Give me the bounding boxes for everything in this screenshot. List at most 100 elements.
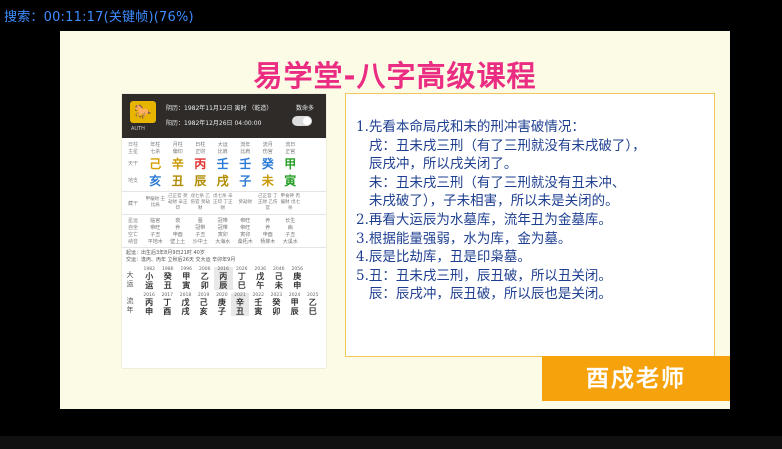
xing-yun-cell: 帝旺 — [240, 218, 251, 224]
analysis-line: 辰：辰戌冲，辰丑破，所以辰也是关闭。 — [356, 286, 612, 303]
lunar-date: 阴历：1982年11月12日 寅时 （乾造） — [166, 105, 273, 112]
kong-wang-cell: 寅卯 — [240, 232, 251, 238]
slide-title: 易学堂-八字高级课程 — [253, 59, 537, 93]
tian-gan-row: 天干己辛丙壬壬癸甲 — [122, 155, 326, 172]
tian-gan-cell: 丙 — [194, 157, 207, 171]
na-yin-cell: 壁上土 — [170, 239, 186, 245]
zi-zuo-row: 自坐 帝旺 养 冠带 冠带 帝旺 养 病 — [122, 224, 326, 231]
liu-nian-ganzhi: 辰 — [290, 307, 299, 316]
headers-cell: 日柱 — [195, 142, 206, 148]
zi-zuo-cell: 帝旺 — [150, 225, 161, 231]
cang-gan-cell: 甲偏财 壬比肩 — [145, 197, 165, 208]
separator — [122, 214, 326, 215]
na-yin-cell: 大溪水 — [282, 239, 298, 245]
liu-nian-item: 2017 丁酉 — [158, 293, 176, 316]
liu-nian-ganzhi: 乙 — [308, 298, 317, 307]
liu-nian-block: 流年 2016 丙申 2017 丁酉 2018 戊戌 2019 己亥 2020 庚子 2021 辛丑 20… — [122, 293, 326, 316]
liu-nian-ganzhi: 己 — [199, 298, 208, 307]
da-yun-ganzhi: 戊 — [256, 272, 265, 281]
na-yin-cell: 大海水 — [215, 239, 231, 245]
di-zhi-cell: 子 — [239, 174, 252, 188]
analysis-line: 辰戌冲，所以戌关闭了。 — [356, 156, 518, 173]
zhu-xing-cell: 比肩 — [240, 149, 251, 155]
zhu-xing-cell: 七杀 — [150, 149, 161, 155]
liu-nian-item: 2025 乙巳 — [304, 293, 322, 316]
cang-gan-row: 藏干 甲偏财 壬比肩 己正官 癸劫财 辛正印 戊七杀 乙伤官 癸劫财 戊七杀 辛正印 丁… — [122, 194, 326, 212]
liu-nian-item: 2022 壬寅 — [249, 293, 267, 316]
di-zhi-cell: 辰 — [194, 174, 207, 188]
qi-yun-line: 起运：出生后3年8月9日21时 40岁 — [126, 250, 205, 256]
headers-cell: 流月 — [262, 142, 273, 148]
da-yun-ganzhi: 小 — [145, 272, 154, 281]
kong-wang-cell: 子丑 — [195, 232, 206, 238]
zhu-xing-cell: 正官 — [285, 149, 296, 155]
di-zhi-row: 地支 亥丑辰戌子未寅 — [122, 172, 326, 189]
headers-cell: 年柱 — [150, 142, 161, 148]
kong-wang-cell: 子丑 — [285, 232, 296, 238]
na-yin-cell: 沙中土 — [192, 239, 208, 245]
zi-zuo-cell: 养 — [175, 225, 181, 231]
liu-nian-item: 2019 己亥 — [195, 293, 213, 316]
liu-nian-ganzhi: 丁 — [163, 298, 172, 307]
kong-wang-cell: 寅卯 — [217, 232, 228, 238]
da-yun-ganzhi: 庚 — [293, 272, 302, 281]
da-yun-item: 2006 乙卯 — [196, 267, 215, 290]
di-zhi-cell: 戌 — [216, 174, 229, 188]
zhu-xing-cell: 偏印 — [172, 149, 183, 155]
gender-label: 数命多 — [295, 105, 314, 112]
jiao-yun-line: 交运：逢丙、丙年 立秋后26天 交大运 辛卯年9月 — [126, 257, 236, 263]
zhu-xing-cell: 比肩 — [217, 149, 228, 155]
da-yun-item: 1982 小运 — [140, 267, 159, 290]
da-yun-ganzhi: 丑 — [163, 281, 172, 290]
da-yun-ganzhi: 乙 — [200, 272, 209, 281]
analysis-line: 未：丑未戌三刑（有了三刑就没有丑未冲、 — [356, 174, 626, 191]
di-zhi-cell: 亥 — [149, 174, 162, 188]
separator — [122, 191, 326, 192]
liu-nian-ganzhi: 壬 — [254, 298, 263, 307]
analysis-line: 戌：丑未戌三刑（有了三刑就没有未戌破了）， — [356, 137, 646, 154]
da-yun-ganzhi: 己 — [274, 272, 283, 281]
da-yun-ganzhi: 寅 — [182, 281, 191, 290]
toggle-switch[interactable] — [292, 116, 312, 126]
da-yun-item: 2016 丙辰 — [214, 267, 233, 290]
tian-gan-cell: 辛 — [171, 157, 184, 171]
cang-gan-cell: 戊七杀 乙伤官 癸劫财 — [190, 194, 210, 211]
kong-wang-cell: 申酉 — [262, 232, 273, 238]
liu-nian-ganzhi: 庚 — [217, 298, 226, 307]
analysis-line: 4.辰是比劫库，丑是印枭墓。 — [356, 249, 531, 266]
zhu-xing-row: 主星 七杀 偏印 正财 比肩 比肩 伤官 正官 — [122, 148, 326, 155]
liu-nian-item: 2021 辛丑 — [230, 293, 250, 316]
liu-nian-ganzhi: 癸 — [272, 298, 281, 307]
liu-nian-row: 2016 丙申 2017 丁酉 2018 戊戌 2019 己亥 2020 庚子 2021 辛丑 2022… — [140, 293, 326, 316]
xing-yun-cell: 临官 — [150, 218, 161, 224]
liu-nian-ganzhi: 亥 — [199, 307, 208, 316]
da-yun-ganzhi: 巳 — [237, 281, 246, 290]
kong-wang-cell: 申酉 — [172, 232, 183, 238]
xing-yun-cell: 衰 — [175, 218, 181, 224]
liu-nian-ganzhi: 丑 — [236, 307, 245, 316]
headers-label: 日柱 — [127, 142, 138, 148]
da-yun-ganzhi: 未 — [274, 281, 283, 290]
analysis-line: 3.根据能量强弱，水为库，金为墓。 — [356, 230, 572, 247]
zi-zuo-cell: 冠带 — [217, 225, 228, 231]
player-bottom-bar — [0, 436, 782, 449]
na-yin-cell: 杨柳木 — [260, 239, 276, 245]
di-zhi-cell: 丑 — [171, 174, 184, 188]
zhu-xing-label: 主星 — [127, 149, 138, 155]
liu-nian-ganzhi: 戌 — [181, 307, 190, 316]
zhu-xing-cell: 伤官 — [262, 149, 273, 155]
xing-yun-label: 星运 — [127, 218, 138, 224]
kong-wang-label: 空亡 — [127, 232, 138, 238]
analysis-line: 1.先看本命局戌和未的刑冲害破情况： — [356, 119, 585, 135]
analysis-line: 2.再看大运辰为水墓库，流年丑为金墓库。 — [356, 211, 612, 228]
da-yun-ganzhi: 午 — [256, 281, 265, 290]
da-yun-item: 2036 戊午 — [251, 267, 270, 290]
da-yun-row: 1982 小运 1986 癸丑 1996 甲寅 2006 乙卯 2016 丙辰 2026 丁巳 2036… — [140, 267, 326, 290]
tian-gan-cell: 己 — [149, 157, 162, 171]
headers-cell: 大运 — [217, 142, 228, 148]
liu-nian-item: 2016 丙申 — [140, 293, 158, 316]
zhu-xing-cell: 正财 — [195, 149, 206, 155]
analysis-line: 5.丑：丑未戌三刑，辰丑破，所以丑关闭。 — [356, 267, 612, 284]
di-zhi-label: 地支 — [127, 178, 138, 184]
liu-nian-ganzhi: 寅 — [254, 307, 263, 316]
